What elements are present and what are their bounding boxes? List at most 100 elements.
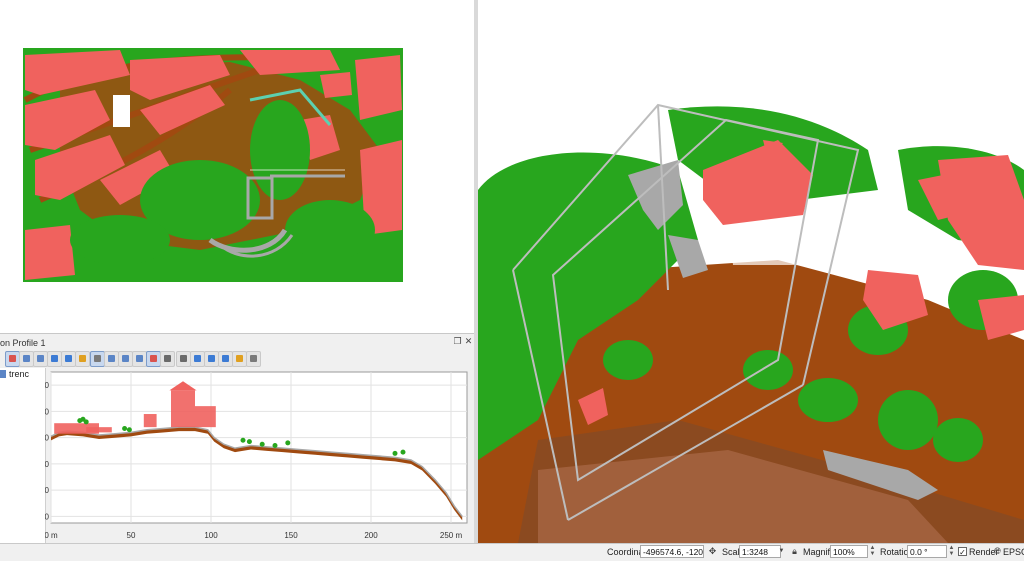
tree xyxy=(798,378,858,422)
profile-building xyxy=(171,390,195,428)
zoom-in-icon[interactable] xyxy=(118,351,133,367)
pan-icon[interactable] xyxy=(90,351,105,367)
profile-layer-panel: trenc xyxy=(0,368,46,546)
export-layers-icon-glyph xyxy=(194,355,201,362)
profile-building xyxy=(86,427,112,433)
profile-tree-point xyxy=(392,450,398,456)
export-layers-icon[interactable] xyxy=(190,351,205,367)
pan-icon-glyph xyxy=(94,355,101,362)
settings-icon-glyph xyxy=(236,355,243,362)
layer-expand-icon[interactable] xyxy=(0,370,6,378)
export-3d-icon-glyph xyxy=(222,355,229,362)
elevation-profile-chart[interactable]: 240 260 280 300 320 340 0 m 50 100 150 200 250 m xyxy=(45,370,473,548)
point-cloud-3d-scene[interactable] xyxy=(478,0,1024,543)
x-tick-label: 200 xyxy=(364,531,378,540)
dock-float-icon[interactable]: ❐ xyxy=(453,337,462,346)
elevation-profile-dock: on Profile 1 ❐ ✕ trenc 240 260 280 300 320 34… xyxy=(0,333,474,549)
magnifier-spin-icon[interactable]: ▲ ▼ xyxy=(869,545,876,558)
building xyxy=(25,225,75,280)
wall-facade xyxy=(728,220,798,265)
export-image-icon[interactable] xyxy=(204,351,219,367)
building xyxy=(355,55,402,120)
profile-tree-point xyxy=(285,440,291,446)
y-tick-label: 320 xyxy=(45,407,50,416)
clear-icon-glyph xyxy=(79,355,86,362)
distance-icon[interactable] xyxy=(160,351,175,367)
reset-icon[interactable] xyxy=(146,351,161,367)
x-tick-label: 250 m xyxy=(440,531,463,540)
tree xyxy=(878,390,938,450)
back-icon[interactable] xyxy=(47,351,62,367)
zoom-in-icon-glyph xyxy=(122,355,129,362)
y-tick-label: 280 xyxy=(45,460,50,469)
profile-tree-point xyxy=(240,437,246,443)
coordinate-field[interactable]: -496574.6, -1204556.4 xyxy=(640,545,704,558)
building xyxy=(320,72,352,98)
reset-icon-glyph xyxy=(150,355,157,362)
capture-curve-icon[interactable] xyxy=(19,351,34,367)
no-data-gap xyxy=(113,95,130,127)
x-tick-label: 100 xyxy=(204,531,218,540)
dock-title: on Profile 1 xyxy=(0,338,46,348)
building xyxy=(938,155,1024,270)
profile-tree-point xyxy=(272,443,278,449)
x-tick-label: 150 xyxy=(284,531,298,540)
forward-icon-glyph xyxy=(65,355,72,362)
y-tick-label: 340 xyxy=(45,381,50,390)
profile-tree-point xyxy=(246,439,252,445)
capture-curve-from-feature-icon[interactable] xyxy=(33,351,48,367)
forward-icon[interactable] xyxy=(61,351,76,367)
zoom-full-icon-glyph xyxy=(108,355,115,362)
y-tick-label: 260 xyxy=(45,486,50,495)
export-3d-icon[interactable] xyxy=(218,351,233,367)
scale-dropdown-icon[interactable]: ▼ xyxy=(776,546,787,557)
tree-cluster xyxy=(70,215,170,265)
rotation-spin-icon[interactable]: ▲ ▼ xyxy=(948,545,955,558)
dock-close-icon[interactable]: ✕ xyxy=(464,337,473,346)
tree xyxy=(743,350,793,390)
y-tick-label: 240 xyxy=(45,512,50,521)
map-canvas-2d[interactable] xyxy=(0,0,474,333)
profile-tree-point xyxy=(83,419,89,425)
status-bar: Coordinate -496574.6, -1204556.4 ✥ Scale… xyxy=(0,543,1024,561)
back-icon-glyph xyxy=(51,355,58,362)
profile-layer-name[interactable]: trenc xyxy=(9,369,29,379)
magnifier-field[interactable]: 100% xyxy=(830,545,868,558)
options-icon[interactable] xyxy=(246,351,261,367)
zoom-out-icon[interactable] xyxy=(132,351,147,367)
profile-building xyxy=(143,414,157,428)
lock-scale-icon[interactable]: 🔒︎ xyxy=(789,546,800,557)
crs-globe-icon[interactable]: 🌐︎ xyxy=(992,546,1003,557)
capture-curve-from-feature-icon-glyph xyxy=(37,355,44,362)
profile-building xyxy=(195,406,216,428)
profile-tree-point xyxy=(122,425,128,431)
profile-tree-point xyxy=(400,449,406,455)
profile-tool-icon-glyph xyxy=(9,355,16,362)
scale-ratio-icon-glyph xyxy=(180,355,187,362)
render-checkbox[interactable]: ✓ xyxy=(958,547,967,557)
scale-ratio-icon[interactable] xyxy=(176,351,191,367)
map-view-3d[interactable] xyxy=(478,0,1024,543)
settings-icon[interactable] xyxy=(232,351,247,367)
zoom-out-icon-glyph xyxy=(136,355,143,362)
options-icon-glyph xyxy=(250,355,257,362)
point-cloud-map-2d[interactable] xyxy=(0,0,474,333)
profile-tree-point xyxy=(259,441,265,447)
zoom-full-icon[interactable] xyxy=(104,351,119,367)
profile-tool-icon[interactable] xyxy=(5,351,20,367)
profile-tree-point xyxy=(126,427,132,433)
x-tick-label: 50 xyxy=(127,531,136,540)
extents-toggle-icon[interactable]: ✥ xyxy=(707,546,718,557)
tree xyxy=(933,418,983,462)
rotation-field[interactable]: 0.0 ° xyxy=(907,545,947,558)
tree-cluster xyxy=(285,200,375,260)
scale-combobox[interactable]: 1:3248 xyxy=(739,545,781,558)
tree-cluster xyxy=(250,100,310,200)
y-tick-label: 300 xyxy=(45,434,50,443)
export-image-icon-glyph xyxy=(208,355,215,362)
tree xyxy=(603,340,653,380)
crs-label[interactable]: EPSG:8 xyxy=(1003,547,1024,557)
distance-icon-glyph xyxy=(164,355,171,362)
clear-icon[interactable] xyxy=(75,351,90,367)
capture-curve-icon-glyph xyxy=(23,355,30,362)
